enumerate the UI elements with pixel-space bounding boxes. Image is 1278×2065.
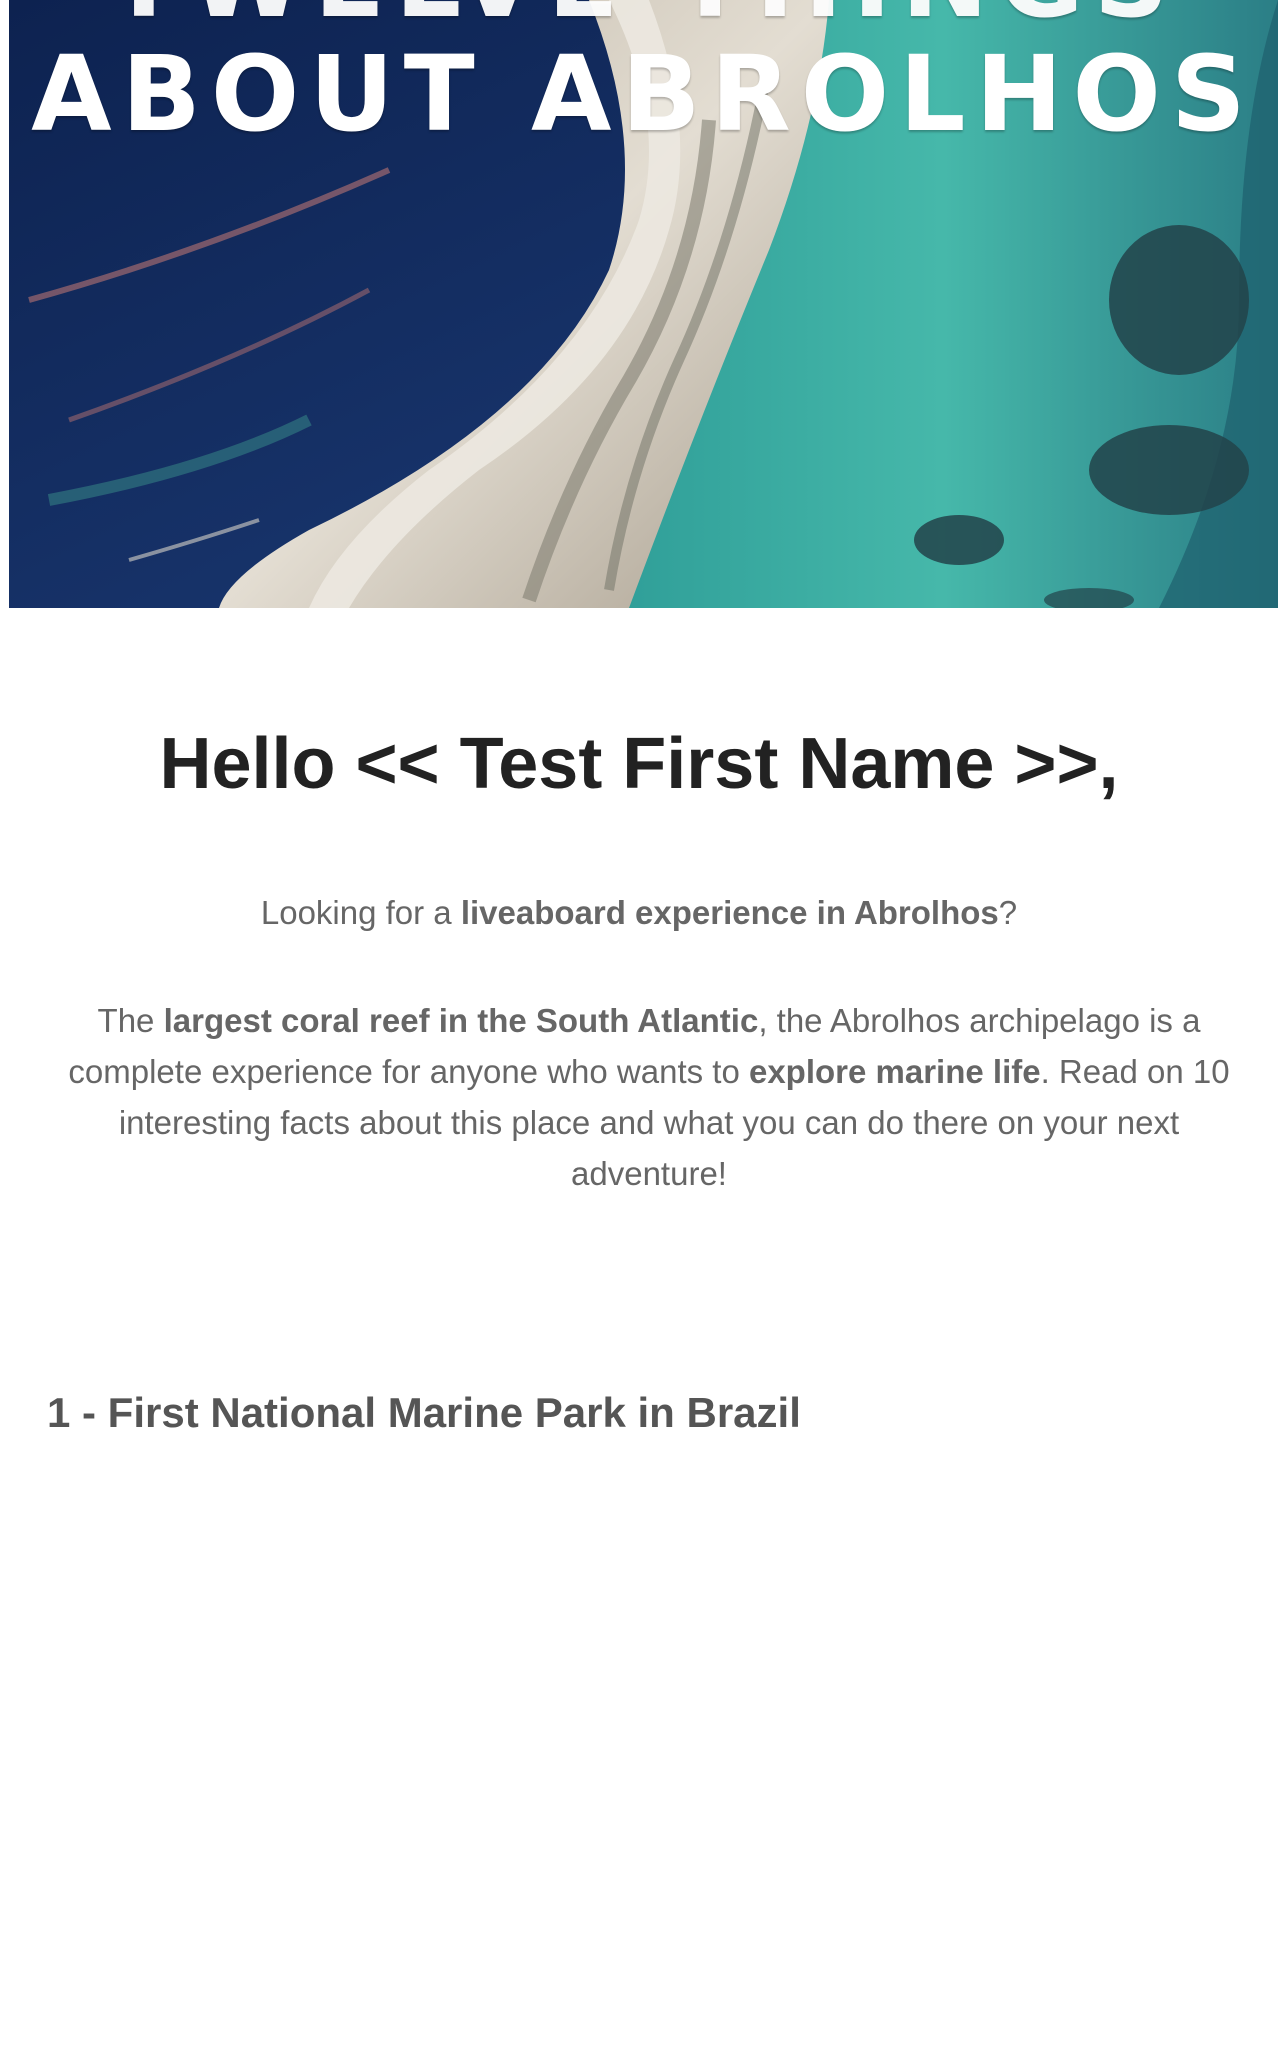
hero-image: TWELVE THINGS ABOUT ABROLHOS bbox=[9, 0, 1278, 608]
body-bold-2: explore marine life bbox=[748, 1053, 1041, 1090]
intro-prefix: Looking for a bbox=[260, 894, 461, 931]
body-bold-1: largest coral reef in the South Atlantic bbox=[163, 1002, 759, 1039]
section-heading: 1 - First National Marine Park in Brazil bbox=[47, 1389, 801, 1436]
hero-title-line2: ABOUT ABROLHOS bbox=[31, 33, 1256, 155]
intro-suffix: ? bbox=[998, 894, 1018, 931]
hero-title-line1: TWELVE THINGS bbox=[9, 0, 1278, 32]
intro-bold: liveaboard experience in Abrolhos bbox=[460, 894, 999, 931]
greeting-heading: Hello << Test First Name >>, bbox=[159, 724, 1119, 804]
body-text-1: The bbox=[97, 1002, 164, 1039]
intro-paragraph: Looking for a liveaboard experience in A… bbox=[0, 893, 1278, 933]
body-paragraph: The largest coral reef in the South Atla… bbox=[40, 995, 1258, 1199]
